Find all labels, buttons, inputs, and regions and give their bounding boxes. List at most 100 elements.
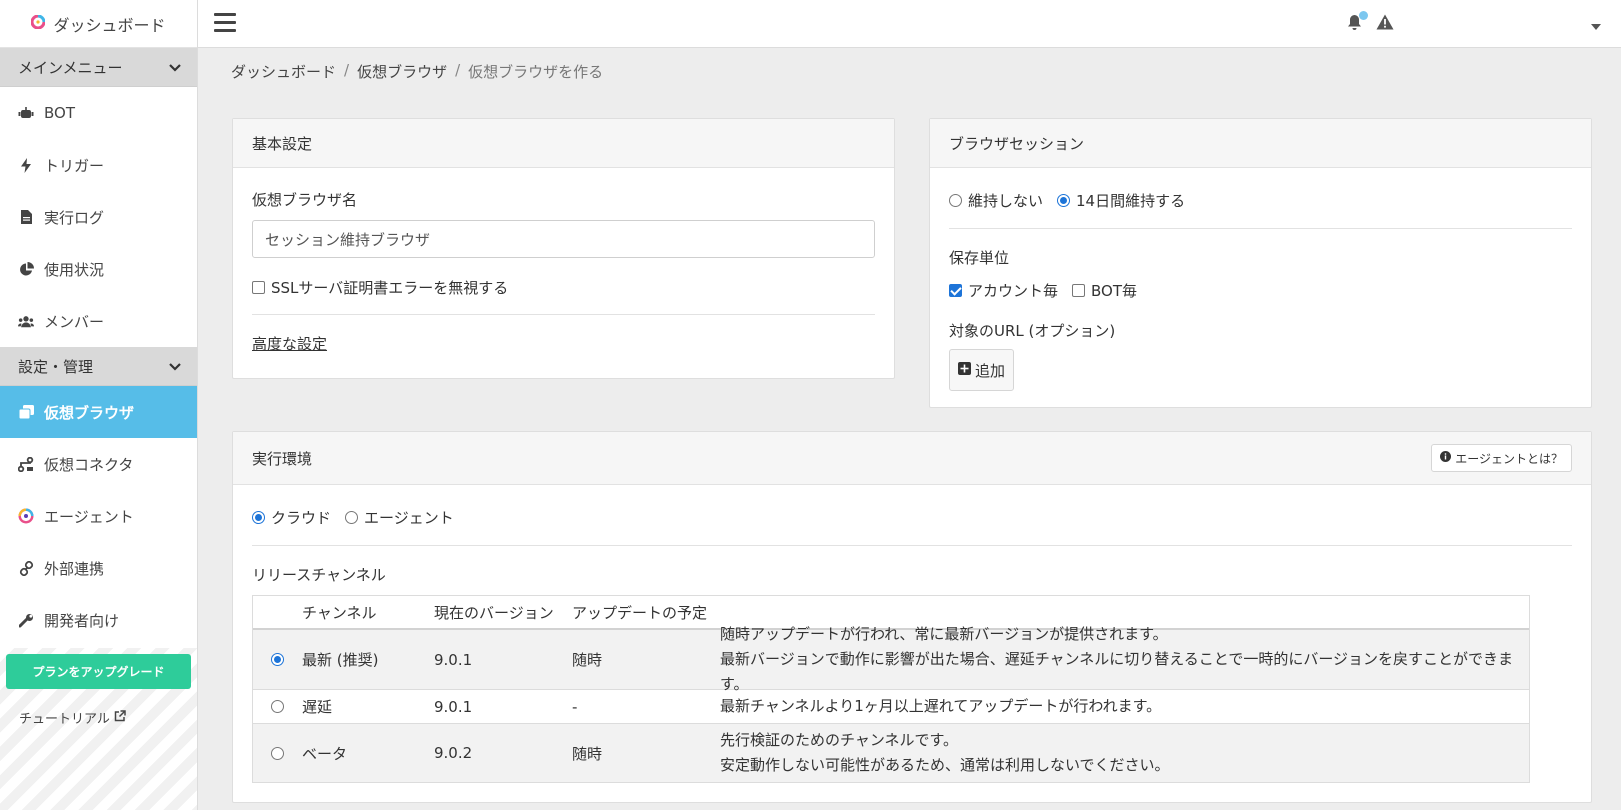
basic-settings-card: 基本設定 仮想ブラウザ名 SSLサーバ証明書エラーを無視する 高度な設定 <box>232 118 895 379</box>
release-channel-label: リリースチャンネル <box>252 566 386 584</box>
session-option-14days[interactable]: 14日間維持する <box>1057 190 1185 211</box>
channel-description: 随時アップデートが行われ、常に最新バージョンが提供されます。 最新バージョンで動… <box>720 625 1514 693</box>
sidebar: ダッシュボード メインメニュー BOT トリガー 実行ログ 使用状況 メンバー … <box>0 0 198 810</box>
plus-square-icon <box>958 361 971 379</box>
sidebar-item-label: エージェント <box>44 507 134 526</box>
session-option-none[interactable]: 維持しない <box>949 190 1043 211</box>
add-url-button[interactable]: 追加 <box>949 349 1015 391</box>
sidebar-item-label: 使用状況 <box>44 260 105 279</box>
notification-dot <box>1359 11 1368 20</box>
agent-icon <box>18 508 34 524</box>
sidebar-section-label: メインメニュー <box>18 58 123 77</box>
user-menu-caret-icon[interactable] <box>1591 16 1601 34</box>
channel-name: 最新 (推奨) <box>302 651 379 669</box>
chevron-down-icon <box>169 58 181 76</box>
sidebar-item-developers[interactable]: 開発者向け <box>0 594 197 646</box>
chevron-down-icon <box>169 357 181 375</box>
ssl-ignore-row[interactable]: SSLサーバ証明書エラーを無視する <box>252 277 508 298</box>
table-row[interactable]: 最新 (推奨) 9.0.1 随時 随時アップデートが行われ、常に最新バージョンが… <box>253 625 1529 693</box>
runtime-option-agent[interactable]: エージェント <box>345 507 454 528</box>
column-header: アップデートの予定 <box>572 603 708 622</box>
sidebar-item-integrations[interactable]: 外部連携 <box>0 542 197 594</box>
sidebar-item-label: 外部連携 <box>44 559 105 578</box>
topbar <box>198 0 1621 48</box>
session-none-radio[interactable] <box>949 194 962 207</box>
ssl-ignore-label: SSLサーバ証明書エラーを無視する <box>271 279 509 297</box>
unit-account-checkbox[interactable] <box>949 284 962 297</box>
hamburger-menu-icon[interactable] <box>214 13 236 33</box>
sidebar-item-virtual-connector[interactable]: 仮想コネクタ <box>0 438 197 490</box>
channel-latest-radio[interactable] <box>271 653 284 666</box>
unit-bot-row[interactable]: BOT毎 <box>1072 280 1137 301</box>
sidebar-section-label: 設定・管理 <box>18 357 94 376</box>
runtime-option-cloud[interactable]: クラウド <box>252 507 331 528</box>
connector-icon <box>18 456 34 472</box>
sidebar-item-members[interactable]: メンバー <box>0 295 197 347</box>
unit-label: BOT毎 <box>1091 282 1138 300</box>
card-title: 基本設定 <box>233 119 894 168</box>
unit-label: アカウント毎 <box>968 282 1059 300</box>
channel-schedule: - <box>572 697 578 716</box>
robot-icon <box>18 107 34 119</box>
session-option-label: 14日間維持する <box>1076 192 1186 210</box>
channel-description: 先行検証のためのチャンネルです。 安定動作しない可能性があるため、通常は利用しな… <box>720 731 1170 774</box>
runtime-option-label: クラウド <box>271 509 332 527</box>
browser-copy-icon <box>18 405 34 419</box>
brand-logo-icon <box>31 14 46 33</box>
browser-name-input[interactable] <box>252 220 875 258</box>
runtime-agent-radio[interactable] <box>345 511 359 524</box>
card-title: 実行環境 <box>252 449 313 468</box>
session-option-label: 維持しない <box>968 192 1044 210</box>
link-icon <box>18 560 34 576</box>
sidebar-section-settings[interactable]: 設定・管理 <box>0 347 197 386</box>
breadcrumb-item[interactable]: 仮想ブラウザ <box>357 61 447 82</box>
browser-session-card: ブラウザセッション 維持しない 14日間維持する 保存単位 アカウント毎 BOT… <box>929 118 1592 408</box>
warning-icon[interactable] <box>1376 14 1394 34</box>
sidebar-section-main[interactable]: メインメニュー <box>0 48 197 87</box>
sidebar-item-log[interactable]: 実行ログ <box>0 191 197 243</box>
ssl-ignore-checkbox[interactable] <box>252 281 265 294</box>
bolt-icon <box>18 157 34 173</box>
sidebar-item-trigger[interactable]: トリガー <box>0 139 197 191</box>
upgrade-plan-button[interactable]: プランをアップグレード <box>6 654 191 689</box>
pie-chart-icon <box>18 261 34 277</box>
file-icon <box>18 210 34 224</box>
add-url-label: 追加 <box>975 361 1006 380</box>
session-14days-radio[interactable] <box>1057 194 1071 207</box>
unit-account-row[interactable]: アカウント毎 <box>949 280 1058 301</box>
brand-name: ダッシュボード <box>53 15 166 35</box>
channel-beta-radio[interactable] <box>271 746 284 760</box>
sidebar-item-label: BOT <box>44 104 75 122</box>
sidebar-item-agent[interactable]: エージェント <box>0 490 197 542</box>
channel-description: 最新チャンネルより1ヶ月以上遅れてアップデートが行われます。 <box>720 697 1162 715</box>
breadcrumb: ダッシュボード / 仮想ブラウザ / 仮想ブラウザを作る <box>231 61 604 82</box>
breadcrumb-item[interactable]: ダッシュボード <box>231 61 336 82</box>
sidebar-item-label: 開発者向け <box>44 611 120 630</box>
runtime-cloud-radio[interactable] <box>252 511 265 524</box>
channel-delayed-radio[interactable] <box>271 700 284 713</box>
sidebar-item-label: 実行ログ <box>44 208 105 227</box>
browser-name-label: 仮想ブラウザ名 <box>252 191 358 209</box>
sidebar-item-virtual-browser[interactable]: 仮想ブラウザ <box>0 386 197 438</box>
table-row[interactable]: 遅延 9.0.1 - 最新チャンネルより1ヶ月以上遅れてアップデートが行われます… <box>253 690 1529 724</box>
card-title: ブラウザセッション <box>930 119 1591 168</box>
channel-schedule: 随時 <box>572 744 603 763</box>
info-circle-icon <box>1440 451 1452 465</box>
tutorial-link[interactable]: チュートリアル <box>19 708 126 727</box>
users-icon <box>18 315 34 328</box>
what-is-agent-button[interactable]: エージェントとは？ <box>1431 444 1572 472</box>
sidebar-item-usage[interactable]: 使用状況 <box>0 243 197 295</box>
sidebar-item-label: 仮想コネクタ <box>44 455 134 474</box>
sidebar-item-bot[interactable]: BOT <box>0 87 197 139</box>
channel-version: 9.0.1 <box>434 697 473 716</box>
sidebar-item-label: トリガー <box>44 156 105 175</box>
table-row[interactable]: ベータ 9.0.2 随時 先行検証のためのチャンネルです。 安定動作しない可能性… <box>253 724 1529 782</box>
channel-name: ベータ <box>302 744 348 763</box>
what-is-agent-label: エージェントとは？ <box>1455 451 1563 466</box>
wrench-icon <box>18 613 34 628</box>
brand[interactable]: ダッシュボード <box>0 0 197 48</box>
external-link-icon <box>114 709 126 726</box>
advanced-settings-link[interactable]: 高度な設定 <box>252 333 327 354</box>
column-header: チャンネル <box>302 603 377 622</box>
unit-bot-checkbox[interactable] <box>1072 284 1086 297</box>
